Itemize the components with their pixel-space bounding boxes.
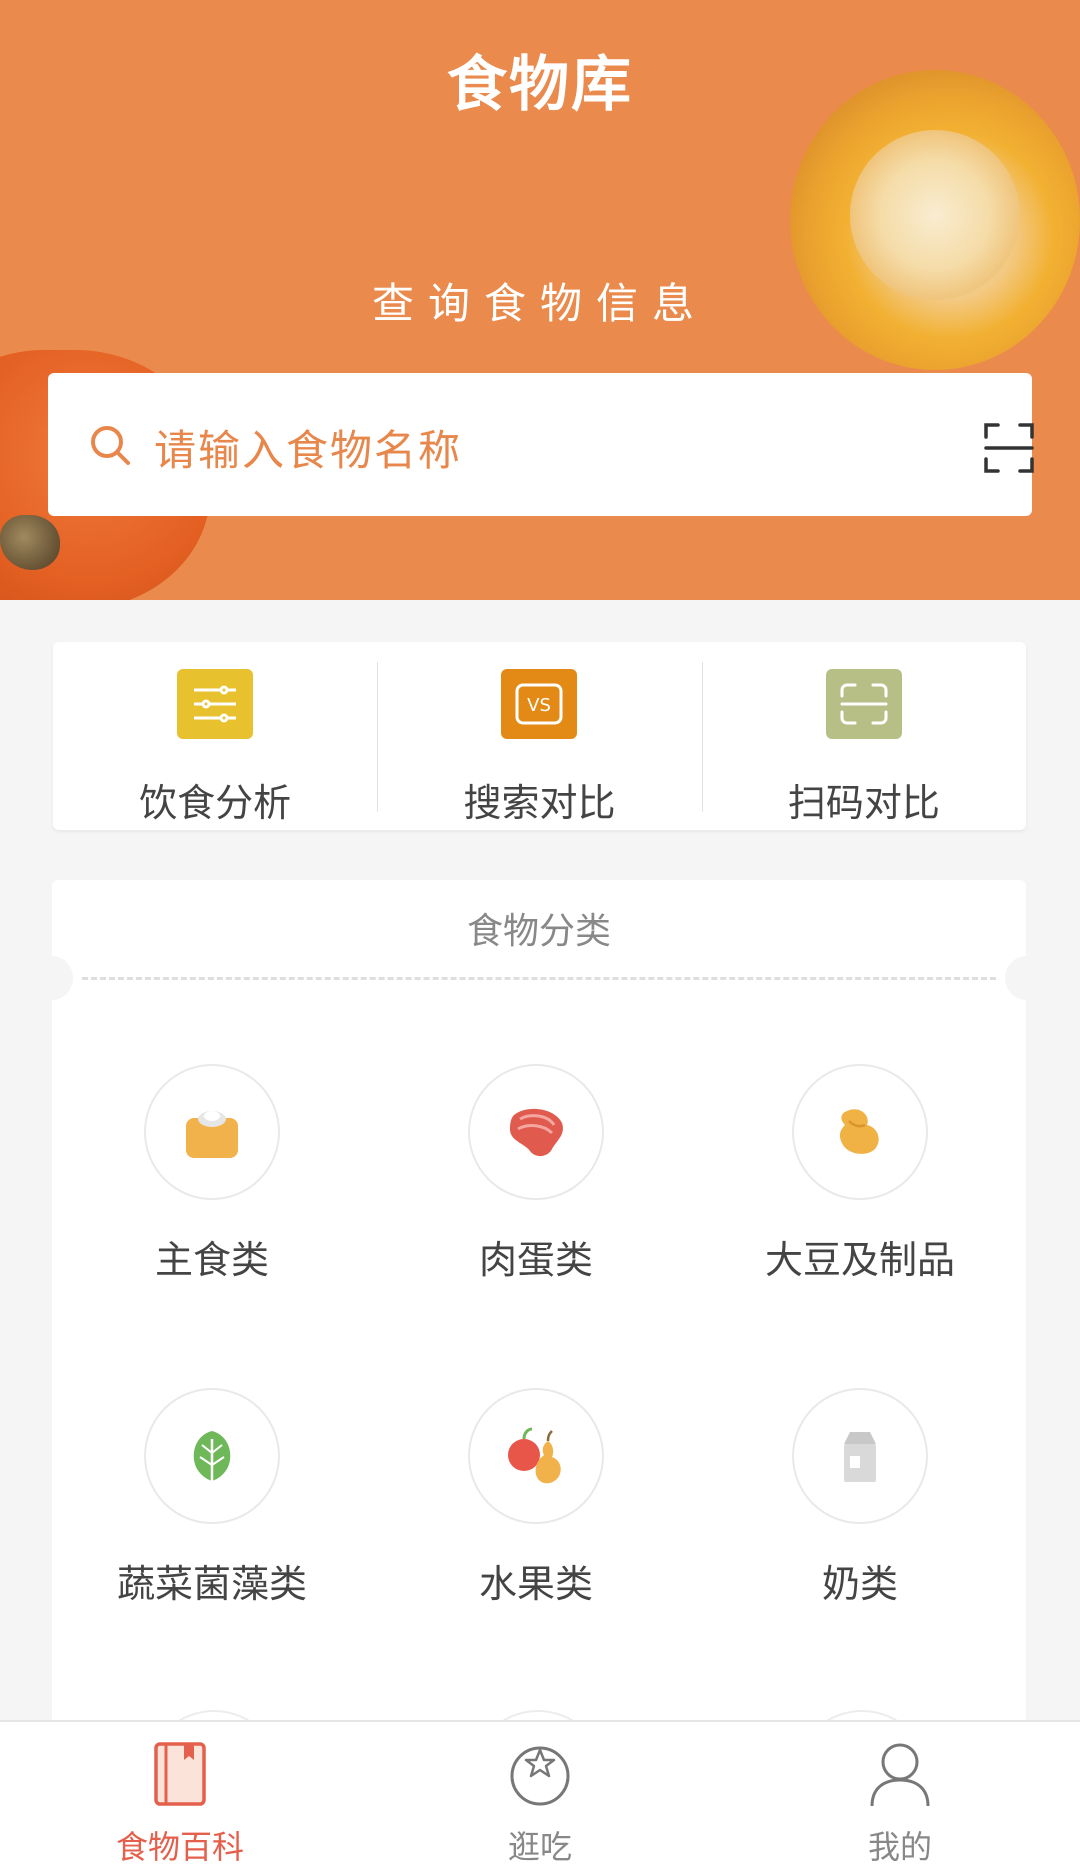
dashed-divider [82,977,996,980]
search-placeholder: 请输入食物名称 [154,426,463,475]
search-compare-label: 搜索对比 [463,781,616,825]
tab-explore[interactable]: 逛吃 [360,1722,720,1866]
svg-text:VS: VS [528,695,552,716]
grain-bag-icon [144,1064,280,1200]
scan-frame-icon [825,669,902,739]
fruit-icon [468,1388,604,1524]
diet-analysis-button[interactable]: 饮食分析 [53,642,377,830]
page-title: 食物库 [447,50,633,120]
milk-carton-icon [792,1388,928,1524]
leaf-icon [144,1388,280,1524]
scan-compare-button[interactable]: 扫码对比 [701,642,1026,830]
category-label: 蔬菜菌藻类 [116,1562,307,1606]
bottom-tab-bar: 食物百科 逛吃 我的 [0,1720,1080,1866]
scan-icon[interactable] [982,421,1036,475]
category-label: 肉蛋类 [478,1238,593,1282]
explore-icon [510,1746,570,1806]
category-label: 奶类 [821,1562,898,1606]
sliders-icon [177,669,254,739]
book-icon [154,1742,206,1806]
category-label: 水果类 [478,1562,593,1606]
category-label: 主食类 [154,1238,269,1282]
search-icon [91,426,130,465]
user-icon [870,1743,930,1807]
quick-actions-card: 饮食分析 VS 搜索对比 扫码对比 [53,642,1026,830]
search-compare-button[interactable]: VS 搜索对比 [377,642,701,830]
category-label: 大豆及制品 [764,1238,955,1282]
tab-label: 我的 [867,1828,932,1866]
tab-label: 食物百科 [115,1828,244,1866]
scan-compare-label: 扫码对比 [787,781,940,825]
soybean-icon [792,1064,928,1200]
search-input[interactable]: 请输入食物名称 [48,373,1034,516]
vs-icon: VS [501,669,578,739]
tab-label: 逛吃 [507,1828,572,1866]
food-category-card: 食物分类 主食类 肉蛋类 大豆及制品 蔬菜菌藻类 水果类 奶类 [31,880,1047,1866]
tab-profile[interactable]: 我的 [720,1722,1080,1866]
category-title: 食物分类 [466,911,611,952]
diet-analysis-label: 饮食分析 [139,781,292,825]
steak-icon [468,1064,604,1200]
page-subtitle: 查询食物信息 [371,279,708,328]
tab-food-encyclopedia[interactable]: 食物百科 [0,1722,360,1866]
